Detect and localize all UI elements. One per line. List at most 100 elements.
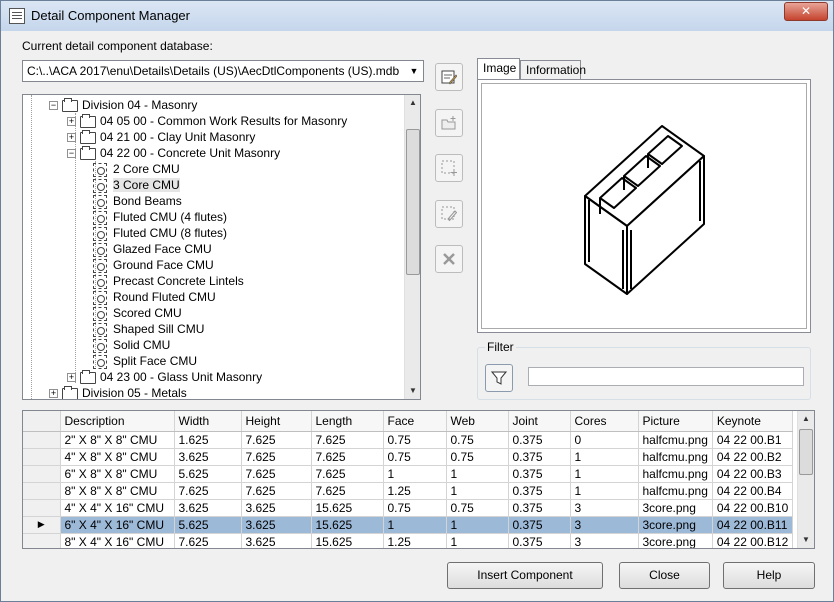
table-row[interactable]: ▶ 6" X 4" X 16" CMU 5.625 3.625 15.625 1 1 0.37… xyxy=(23,516,794,534)
table-cell[interactable]: 04 22 00.B1 xyxy=(712,431,794,449)
table-cell[interactable]: 0.75 xyxy=(446,431,509,449)
table-cell[interactable]: 3 xyxy=(570,533,639,548)
table-row[interactable]: 4" X 4" X 16" CMU 3.625 3.625 15.625 0.75 0.7… xyxy=(23,499,794,517)
edit-database-button[interactable] xyxy=(435,63,463,91)
table-cell[interactable]: 8" X 4" X 16" CMU xyxy=(60,533,175,548)
table-cell[interactable]: 6" X 4" X 16" CMU xyxy=(60,516,175,534)
chevron-down-icon[interactable]: ▼ xyxy=(405,61,423,81)
table-cell[interactable]: 3.625 xyxy=(174,499,242,517)
close-button[interactable]: Close xyxy=(619,562,710,589)
tree-component-item[interactable]: Fluted CMU (8 flutes) xyxy=(93,225,227,241)
table-cell[interactable]: 0.75 xyxy=(446,499,509,517)
tree-folder-item[interactable]: − Division 04 - Masonry xyxy=(49,97,197,113)
expand-icon[interactable]: + xyxy=(49,389,58,399)
table-cell[interactable]: 7.625 xyxy=(241,482,312,500)
column-header[interactable]: Web xyxy=(446,411,509,432)
table-cell[interactable]: 1 xyxy=(570,448,639,466)
column-header[interactable]: Keynote xyxy=(712,411,794,432)
column-header[interactable]: Height xyxy=(241,411,312,432)
table-cell[interactable]: 0.375 xyxy=(508,465,571,483)
table-cell[interactable]: 0.375 xyxy=(508,448,571,466)
new-group-button[interactable] xyxy=(435,109,463,137)
tree-scrollbar[interactable]: ▲ ▼ xyxy=(404,95,420,399)
table-cell[interactable]: halfcmu.png xyxy=(638,431,713,449)
table-cell[interactable]: 7.625 xyxy=(241,465,312,483)
table-cell[interactable]: 0 xyxy=(570,431,639,449)
table-cell[interactable]: 7.625 xyxy=(311,482,384,500)
table-cell[interactable]: 0.75 xyxy=(383,499,447,517)
table-cell[interactable]: 1.25 xyxy=(383,533,447,548)
filter-button[interactable] xyxy=(485,364,513,392)
table-cell[interactable]: 7.625 xyxy=(241,431,312,449)
table-cell[interactable]: 3core.png xyxy=(638,533,713,548)
table-cell[interactable]: 1.625 xyxy=(174,431,242,449)
table-cell[interactable]: 15.625 xyxy=(311,499,384,517)
collapse-icon[interactable]: − xyxy=(49,101,58,111)
table-row[interactable]: 8" X 8" X 8" CMU 7.625 7.625 7.625 1.25 1 0.37… xyxy=(23,482,794,500)
scroll-down-icon[interactable]: ▼ xyxy=(405,383,420,399)
new-component-button[interactable] xyxy=(435,154,463,182)
expand-icon[interactable]: + xyxy=(67,133,76,143)
column-header[interactable]: Face xyxy=(383,411,447,432)
tree-component-item[interactable]: Shaped Sill CMU xyxy=(93,321,204,337)
row-header[interactable] xyxy=(23,482,61,500)
component-tree[interactable]: − Division 04 - Masonry +04 05 00 - Common… xyxy=(22,94,421,400)
table-cell[interactable]: 5.625 xyxy=(174,516,242,534)
table-cell[interactable]: 1 xyxy=(570,465,639,483)
tree-component-item[interactable]: Ground Face CMU xyxy=(93,257,214,273)
table-cell[interactable]: 2" X 8" X 8" CMU xyxy=(60,431,175,449)
table-cell[interactable]: 7.625 xyxy=(241,448,312,466)
tree-component-item[interactable]: Split Face CMU xyxy=(93,353,197,369)
table-cell[interactable]: 0.75 xyxy=(383,448,447,466)
scroll-thumb[interactable] xyxy=(406,129,420,275)
delete-button[interactable] xyxy=(435,245,463,273)
table-cell[interactable]: 04 22 00.B12 xyxy=(712,533,794,548)
table-cell[interactable]: 6" X 8" X 8" CMU xyxy=(60,465,175,483)
tree-folder-item[interactable]: +04 05 00 - Common Work Results for Maso… xyxy=(67,113,347,129)
table-row[interactable]: 6" X 8" X 8" CMU 5.625 7.625 7.625 1 1 0.375 1 h… xyxy=(23,465,794,483)
table-cell[interactable]: 7.625 xyxy=(311,465,384,483)
insert-component-button[interactable]: Insert Component xyxy=(447,562,603,589)
tree-folder-item[interactable]: + Division 05 - Metals xyxy=(49,385,187,399)
collapse-icon[interactable]: − xyxy=(67,149,76,159)
table-cell[interactable]: 1 xyxy=(446,516,509,534)
expand-icon[interactable]: + xyxy=(67,117,76,127)
tree-component-item[interactable]: Solid CMU xyxy=(93,337,170,353)
table-cell[interactable]: 1 xyxy=(446,482,509,500)
table-cell[interactable]: 1 xyxy=(446,465,509,483)
table-cell[interactable]: 0.375 xyxy=(508,533,571,548)
table-cell[interactable]: 0.75 xyxy=(383,431,447,449)
column-header[interactable]: Length xyxy=(311,411,384,432)
edit-component-button[interactable] xyxy=(435,200,463,228)
table-cell[interactable]: 0.375 xyxy=(508,516,571,534)
table-cell[interactable]: 0.375 xyxy=(508,431,571,449)
tree-component-item[interactable]: 3 Core CMU xyxy=(93,177,180,193)
row-header[interactable] xyxy=(23,465,61,483)
column-header[interactable]: Joint xyxy=(508,411,571,432)
table-cell[interactable]: 1 xyxy=(383,465,447,483)
table-cell[interactable]: 04 22 00.B2 xyxy=(712,448,794,466)
tree-component-item[interactable]: Scored CMU xyxy=(93,305,182,321)
table-cell[interactable]: 7.625 xyxy=(174,533,242,548)
row-header[interactable] xyxy=(23,499,61,517)
table-row[interactable]: 8" X 4" X 16" CMU 7.625 3.625 15.625 1.25 1 0.… xyxy=(23,533,794,548)
table-cell[interactable]: 15.625 xyxy=(311,516,384,534)
table-cell[interactable]: 4" X 8" X 8" CMU xyxy=(60,448,175,466)
table-cell[interactable]: 3core.png xyxy=(638,516,713,534)
column-header[interactable]: Cores xyxy=(570,411,639,432)
table-cell[interactable]: 1.25 xyxy=(383,482,447,500)
row-header[interactable] xyxy=(23,431,61,449)
table-cell[interactable]: 04 22 00.B4 xyxy=(712,482,794,500)
table-cell[interactable]: 7.625 xyxy=(311,448,384,466)
table-cell[interactable]: 3.625 xyxy=(174,448,242,466)
table-row[interactable]: 2" X 8" X 8" CMU 1.625 7.625 7.625 0.75 0.75 0… xyxy=(23,431,794,449)
table-cell[interactable]: halfcmu.png xyxy=(638,482,713,500)
scroll-down-icon[interactable]: ▼ xyxy=(798,532,814,548)
tree-component-item[interactable]: 2 Core CMU xyxy=(93,161,180,177)
column-header[interactable]: Description xyxy=(60,411,175,432)
table-cell[interactable]: 3.625 xyxy=(241,516,312,534)
scroll-thumb[interactable] xyxy=(799,429,813,475)
tree-folder-item[interactable]: +04 23 00 - Glass Unit Masonry xyxy=(67,369,262,385)
column-header[interactable]: Width xyxy=(174,411,242,432)
table-cell[interactable]: halfcmu.png xyxy=(638,465,713,483)
